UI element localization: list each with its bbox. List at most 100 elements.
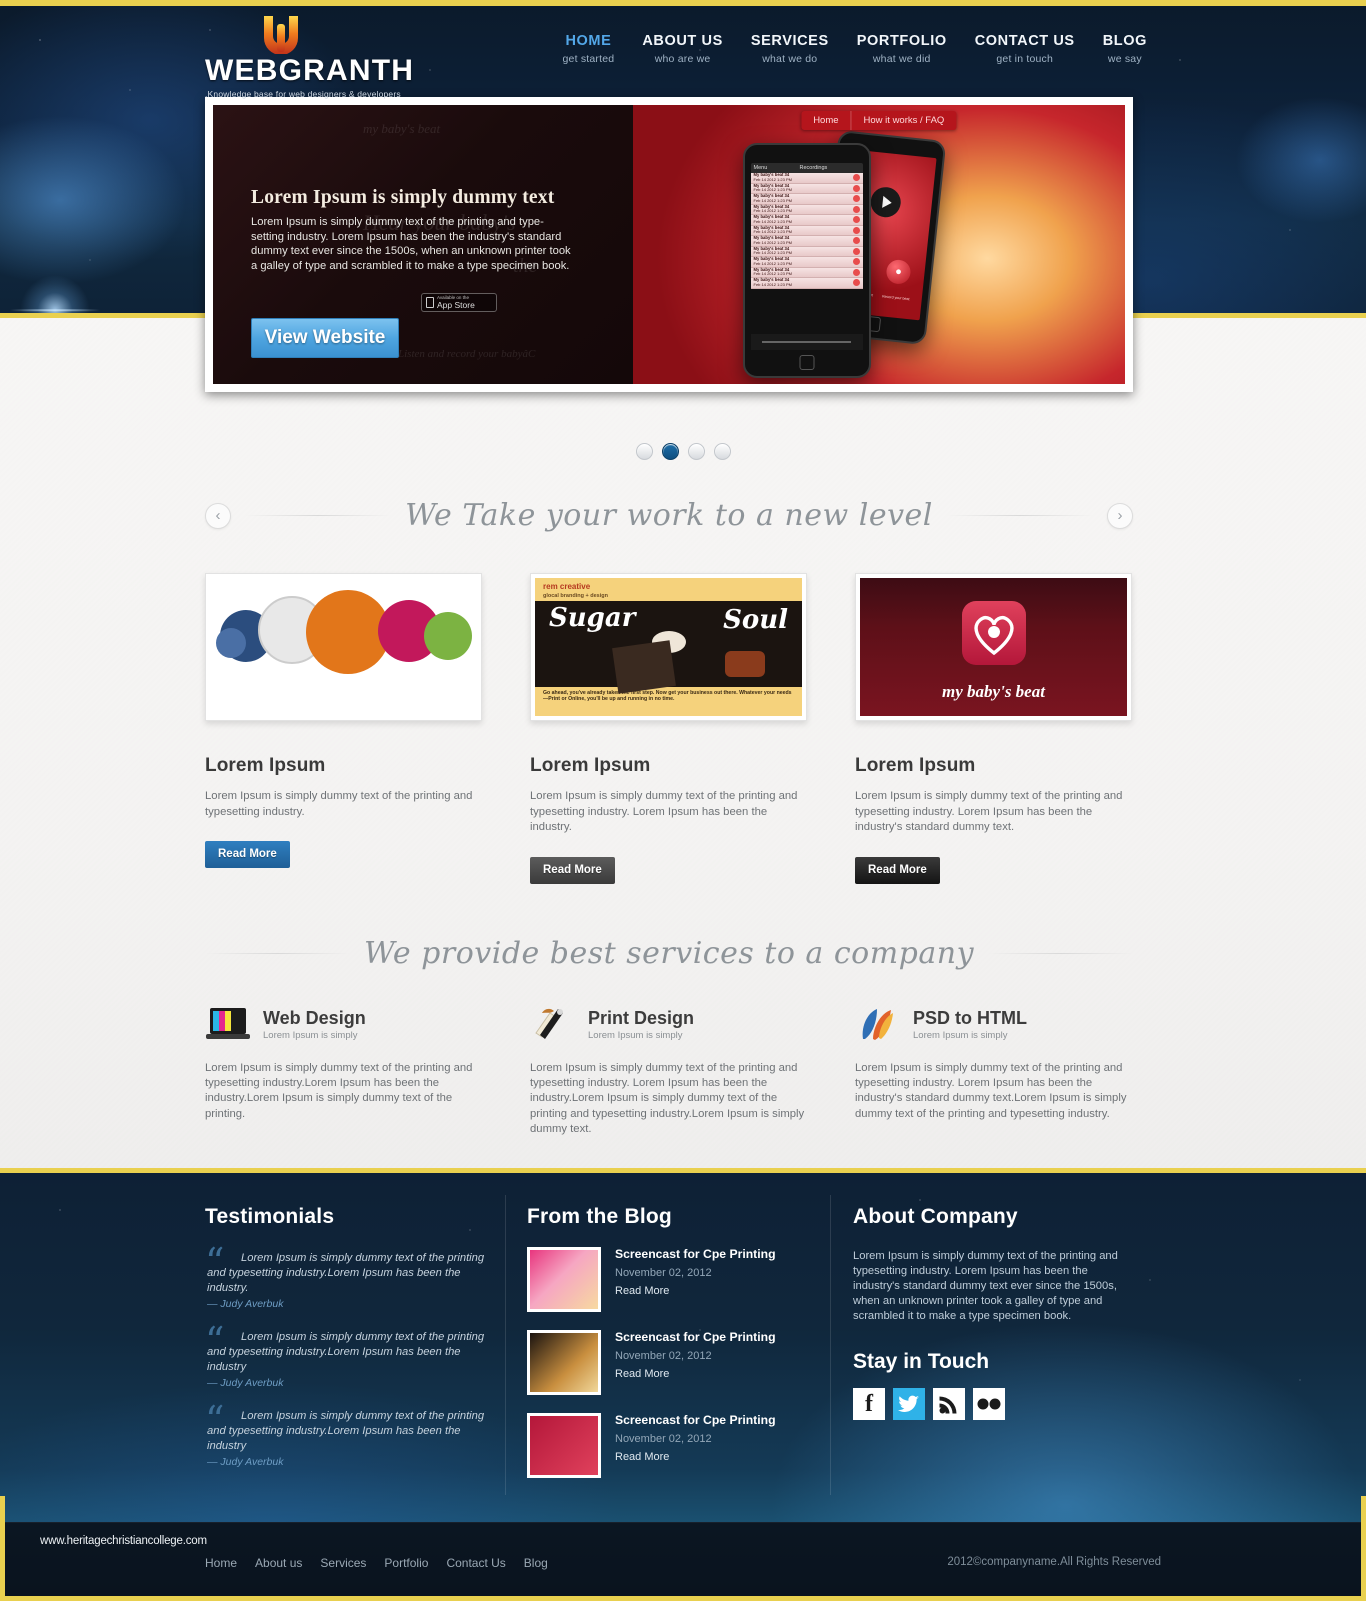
bottom-nav-contact-us[interactable]: Contact Us bbox=[446, 1556, 505, 1570]
blog-post-date: November 02, 2012 bbox=[615, 1350, 712, 1362]
bottom-nav-services[interactable]: Services bbox=[320, 1556, 366, 1570]
blog-thumbnail[interactable] bbox=[527, 1413, 601, 1478]
blog-thumbnail[interactable] bbox=[527, 1330, 601, 1395]
bottom-nav-blog[interactable]: Blog bbox=[524, 1556, 548, 1570]
bottom-nav-portfolio[interactable]: Portfolio bbox=[384, 1556, 428, 1570]
play-icon[interactable] bbox=[852, 268, 860, 276]
read-more-button[interactable]: Read More bbox=[205, 841, 290, 868]
play-icon[interactable] bbox=[852, 237, 860, 245]
portfolio-thumbnail[interactable]: my baby's beat bbox=[855, 573, 1132, 721]
blog-item: Screencast for Cpe Printing November 02, … bbox=[527, 1247, 812, 1312]
phone-player-bar bbox=[750, 334, 863, 350]
service-text-block: Web Design Lorem Ipsum is simply bbox=[263, 1008, 366, 1041]
blog-thumb-art bbox=[530, 1333, 598, 1392]
nav-item-contact-us[interactable]: CONTACT US get in touch bbox=[961, 33, 1089, 65]
hero-slide-right-panel: HomeHow it works / FAQ ♥ ● Listen to Bab… bbox=[632, 105, 1125, 384]
testimonials-column: Testimonials “Lorem Ipsum is simply dumm… bbox=[205, 1205, 485, 1470]
slider-dot-4[interactable] bbox=[713, 443, 731, 460]
portfolio-heading: We Take your work to a new level bbox=[405, 498, 933, 533]
recording-row[interactable]: My baby's beat 34 Feb 14 2012 1:23 PM bbox=[750, 277, 863, 289]
service-header: Print Design Lorem Ipsum is simply bbox=[530, 1005, 807, 1045]
portfolio-thumbnail[interactable] bbox=[205, 573, 482, 721]
recording-label: My baby's beat 34 Feb 14 2012 1:23 PM bbox=[753, 193, 792, 203]
slider-dot-3[interactable] bbox=[687, 443, 705, 460]
app-store-icon bbox=[426, 297, 434, 308]
blog-thumbnail[interactable] bbox=[527, 1247, 601, 1312]
play-icon[interactable] bbox=[852, 279, 860, 287]
play-icon[interactable] bbox=[852, 195, 860, 203]
play-icon[interactable] bbox=[852, 258, 860, 266]
slide-tab[interactable]: How it works / FAQ bbox=[850, 111, 957, 130]
service-title: PSD to HTML bbox=[913, 1007, 1027, 1028]
ghost-text-4: Listen and record your babyâC bbox=[398, 348, 536, 360]
baby-beat-artwork: my baby's beat bbox=[860, 578, 1127, 716]
slider-dot-1[interactable] bbox=[635, 443, 653, 460]
read-more-button[interactable]: Read More bbox=[530, 856, 615, 884]
chevron-right-icon[interactable]: › bbox=[1107, 502, 1134, 529]
blog-post-title[interactable]: Screencast for Cpe Printing bbox=[615, 1247, 776, 1261]
footer-divider-2 bbox=[830, 1195, 831, 1495]
play-icon[interactable] bbox=[852, 216, 860, 224]
logo[interactable]: WEBGRANTH .Knowledge base for web design… bbox=[205, 14, 505, 99]
blog-read-more[interactable]: Read More bbox=[615, 1285, 776, 1297]
portfolio-heading-row: ‹ We Take your work to a new level › bbox=[205, 498, 1134, 533]
services-rule-left bbox=[205, 953, 350, 954]
phone-front-mockup: Menu Recordings My baby's beat 34 Feb 14 … bbox=[742, 143, 871, 378]
slide-inner-tabs: Home How it works / FAQ bbox=[801, 111, 957, 130]
blog-read-more[interactable]: Read More bbox=[615, 1368, 776, 1380]
rss-icon[interactable] bbox=[933, 1388, 965, 1420]
slide-tab[interactable]: Home bbox=[801, 111, 850, 130]
app-store-small: Available on the bbox=[437, 295, 469, 300]
play-icon[interactable] bbox=[852, 184, 860, 192]
social-links: f bbox=[853, 1388, 1135, 1420]
blog-item: Screencast for Cpe Printing November 02, … bbox=[527, 1330, 812, 1395]
blog-post-title[interactable]: Screencast for Cpe Printing bbox=[615, 1330, 776, 1344]
play-icon[interactable] bbox=[852, 205, 860, 213]
recording-label: My baby's beat 34 Feb 14 2012 1:23 PM bbox=[753, 277, 792, 287]
app-store-badge[interactable]: Available on the App Store bbox=[421, 293, 497, 312]
view-website-button[interactable]: View Website bbox=[251, 318, 399, 358]
heart-app-icon bbox=[961, 601, 1026, 666]
blog-read-more[interactable]: Read More bbox=[615, 1451, 776, 1463]
nav-item-sublabel: what we did bbox=[872, 52, 931, 65]
read-more-button[interactable]: Read More bbox=[855, 856, 940, 884]
twitter-icon[interactable] bbox=[893, 1388, 925, 1420]
play-icon[interactable] bbox=[852, 174, 860, 182]
testimonial-author: — Judy Averbuk bbox=[207, 1298, 284, 1310]
sugar-soul-artwork: rem creative glocal branding + design Su… bbox=[535, 578, 802, 716]
nav-item-portfolio[interactable]: PORTFOLIO what we did bbox=[843, 33, 961, 65]
bottom-nav-home[interactable]: Home bbox=[205, 1556, 237, 1570]
services-rule-right bbox=[988, 953, 1134, 954]
recording-row[interactable]: My baby's beat 34 Feb 14 2012 1:23 PM bbox=[750, 193, 863, 205]
slider-dot-2[interactable] bbox=[661, 443, 679, 460]
play-icon[interactable] bbox=[852, 226, 860, 234]
recording-row[interactable]: My baby's beat 34 Feb 14 2012 1:23 PM bbox=[750, 215, 863, 226]
facebook-icon[interactable]: f bbox=[853, 1388, 885, 1420]
phone-progress-track bbox=[761, 341, 852, 343]
recording-row[interactable]: My baby's beat 34 Feb 14 2012 1:23 PM bbox=[750, 257, 863, 268]
testimonials-list: “Lorem Ipsum is simply dummy text of the… bbox=[205, 1243, 485, 1470]
blog-post-title[interactable]: Screencast for Cpe Printing bbox=[615, 1413, 776, 1427]
app-store-big: App Store bbox=[437, 299, 475, 310]
nav-item-blog[interactable]: BLOG we say bbox=[1089, 33, 1161, 65]
footer-divider-1 bbox=[505, 1195, 506, 1495]
bottom-nav-about-us[interactable]: About us bbox=[255, 1556, 302, 1570]
blog-thumb-art bbox=[530, 1250, 598, 1309]
service-title: Print Design bbox=[588, 1007, 695, 1028]
hero-slider[interactable]: my baby's beat Hear your baby's the List… bbox=[205, 97, 1133, 392]
nav-item-services[interactable]: SERVICES what we do bbox=[737, 33, 843, 65]
chevron-left-icon[interactable]: ‹ bbox=[205, 502, 231, 529]
recording-row[interactable]: My baby's beat 34 Feb 14 2012 1:23 PM bbox=[750, 236, 863, 247]
hero-body-text: Lorem Ipsum is simply dummy text of the … bbox=[251, 216, 571, 272]
recording-row[interactable]: My baby's beat 34 Feb 14 2012 1:23 PM bbox=[750, 173, 863, 184]
portfolio-section: ‹ We Take your work to a new level › bbox=[205, 498, 1134, 533]
nav-item-home[interactable]: HOME get started bbox=[549, 33, 629, 65]
copyright-text: 2012©companyname.All Rights Reserved bbox=[947, 1556, 1161, 1568]
logo-tagline: .Knowledge base for web designers & deve… bbox=[205, 89, 401, 99]
nav-item-about-us[interactable]: ABOUT US who are we bbox=[628, 33, 737, 65]
phone-front-screen: Menu Recordings My baby's beat 34 Feb 14 … bbox=[750, 163, 863, 350]
play-icon[interactable] bbox=[852, 247, 860, 255]
portfolio-thumbnail[interactable]: rem creative glocal branding + design Su… bbox=[530, 573, 807, 721]
flickr-icon[interactable] bbox=[973, 1388, 1005, 1420]
nav-item-label: ABOUT US bbox=[642, 33, 723, 49]
